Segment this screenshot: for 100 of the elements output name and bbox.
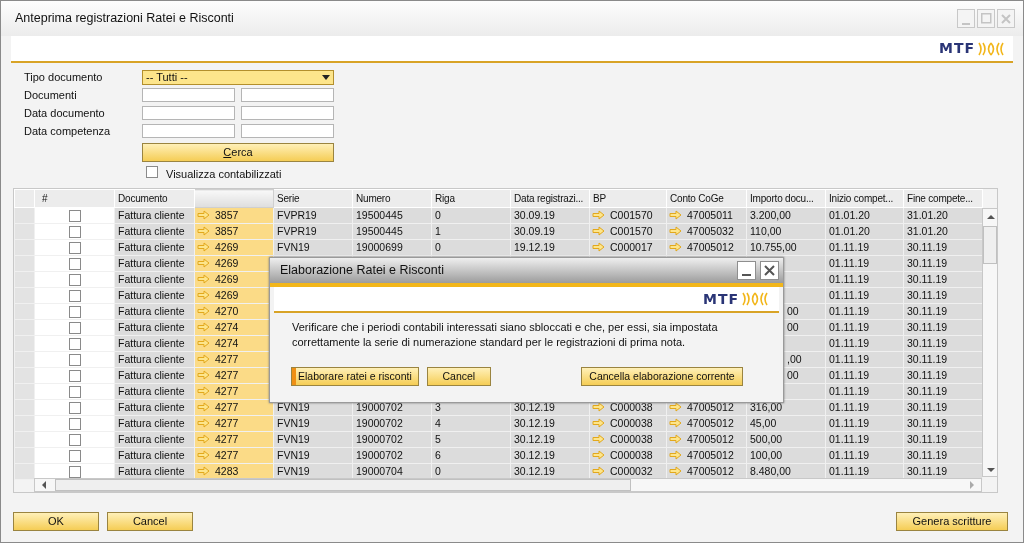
- column-header[interactable]: BP: [589, 189, 667, 208]
- field-label: Documenti: [24, 87, 78, 103]
- table-cell: 19000702: [356, 401, 403, 413]
- link-arrow-icon: [669, 242, 682, 252]
- table-cell: 110,00: [750, 225, 782, 237]
- link-arrow-icon: [669, 226, 682, 236]
- checkbox[interactable]: [68, 385, 81, 398]
- close-icon: [1001, 13, 1011, 24]
- vertical-scrollbar[interactable]: [982, 208, 998, 477]
- table-cell: Fattura cliente: [118, 465, 185, 477]
- scroll-thumb[interactable]: [55, 479, 631, 491]
- checkbox[interactable]: [68, 305, 81, 318]
- table-cell: 3857: [215, 225, 239, 237]
- checkbox[interactable]: [68, 257, 81, 270]
- table-cell: 30.11.19: [907, 337, 948, 349]
- link-arrow-icon: [592, 210, 605, 220]
- table-cell: C000038: [610, 433, 653, 445]
- checkbox[interactable]: [68, 449, 81, 462]
- checkbox[interactable]: [146, 165, 158, 178]
- table-cell: 30.11.19: [907, 369, 948, 381]
- table-cell: 500,00: [750, 433, 783, 445]
- table-cell: FVN19: [277, 433, 310, 445]
- checkbox[interactable]: [68, 433, 81, 446]
- table-cell: ,00: [787, 353, 802, 365]
- dropdown[interactable]: -- Tutti --: [142, 69, 334, 85]
- table-cell: 30.11.19: [907, 257, 948, 269]
- column-header[interactable]: Fine compete...: [903, 189, 983, 208]
- checkbox[interactable]: [68, 209, 81, 222]
- button[interactable]: Elaborare ratei e risconti: [291, 367, 419, 386]
- button[interactable]: OK: [13, 512, 99, 531]
- checkbox[interactable]: [68, 465, 81, 478]
- column-header[interactable]: Importo docu...: [746, 189, 826, 208]
- table-cell: 3.200,00: [750, 209, 791, 221]
- table-cell: Fattura cliente: [118, 305, 185, 317]
- link-arrow-icon: [669, 434, 682, 444]
- checkbox[interactable]: [68, 353, 81, 366]
- checkbox[interactable]: [68, 369, 81, 382]
- table-cell: 4269: [215, 241, 239, 253]
- table-cell: 31.01.20: [907, 209, 948, 221]
- button[interactable]: Cancella elaborazione corrente: [581, 367, 743, 386]
- column-header[interactable]: Conto CoGe: [666, 189, 747, 208]
- checkbox[interactable]: [68, 417, 81, 430]
- table-cell: Fattura cliente: [118, 273, 185, 285]
- dialog-title: Elaborazione Ratei e Risconti: [280, 262, 445, 280]
- link-arrow-icon: [669, 210, 682, 220]
- close-icon: [764, 265, 775, 276]
- scroll-thumb[interactable]: [983, 226, 997, 264]
- checkbox[interactable]: [68, 401, 81, 414]
- table-cell: C000038: [610, 417, 653, 429]
- table-cell: 19000702: [356, 449, 403, 461]
- column-header[interactable]: #: [34, 189, 115, 208]
- maximize-icon: [980, 13, 992, 24]
- checkbox[interactable]: [68, 225, 81, 238]
- table-cell: 01.11.19: [829, 353, 870, 365]
- table-cell: 4269: [215, 273, 239, 285]
- column-header[interactable]: Numero: [352, 189, 432, 208]
- column-header[interactable]: Inizio compet...: [825, 189, 904, 208]
- table-cell: 47005012: [687, 417, 734, 429]
- button[interactable]: Cancel: [107, 512, 193, 531]
- table-cell: Fattura cliente: [118, 353, 185, 365]
- table-cell: 0: [435, 241, 441, 253]
- input-field[interactable]: [142, 106, 235, 120]
- search-button[interactable]: Cerca: [142, 142, 334, 162]
- table-cell: 30.11.19: [907, 353, 948, 365]
- column-header[interactable]: Serie: [273, 189, 353, 208]
- button[interactable]: Cancel: [426, 367, 491, 386]
- button[interactable]: Genera scritture: [896, 512, 1008, 531]
- table-cell: 30.12.19: [514, 401, 555, 413]
- table-cell: 4277: [215, 401, 239, 413]
- checkbox[interactable]: [68, 337, 81, 350]
- checkbox[interactable]: [68, 273, 81, 286]
- table-cell: Fattura cliente: [118, 449, 185, 461]
- table-cell: C000038: [610, 401, 653, 413]
- checkbox[interactable]: [68, 241, 81, 254]
- horizontal-scrollbar[interactable]: [34, 478, 982, 492]
- scroll-right-icon: [969, 480, 975, 490]
- link-arrow-icon: [592, 242, 605, 252]
- table-cell: 47005012: [687, 449, 734, 461]
- input-field[interactable]: [241, 106, 334, 120]
- table-cell: 30.11.19: [907, 417, 948, 429]
- table-cell: 01.11.19: [829, 465, 870, 477]
- column-header[interactable]: Data registrazi...: [510, 189, 590, 208]
- input-field[interactable]: [142, 88, 235, 102]
- column-header[interactable]: Riga: [431, 189, 511, 208]
- table-cell: 01.11.19: [829, 257, 870, 269]
- input-field[interactable]: [241, 88, 334, 102]
- table-cell: 19500445: [356, 209, 403, 221]
- table-cell: 47005012: [687, 433, 734, 445]
- column-header[interactable]: Documento: [114, 189, 195, 208]
- input-field[interactable]: [241, 124, 334, 138]
- table-cell: 47005012: [687, 241, 734, 253]
- table-cell: 19000702: [356, 433, 403, 445]
- close-button[interactable]: [760, 261, 779, 280]
- minimize-button[interactable]: [737, 261, 756, 280]
- checkbox[interactable]: [68, 289, 81, 302]
- signal-arcs-icon: [741, 290, 769, 308]
- checkbox[interactable]: [68, 321, 81, 334]
- input-field[interactable]: [142, 124, 235, 138]
- table-cell: FVN19: [277, 241, 310, 253]
- table-cell: 19.12.19: [514, 241, 555, 253]
